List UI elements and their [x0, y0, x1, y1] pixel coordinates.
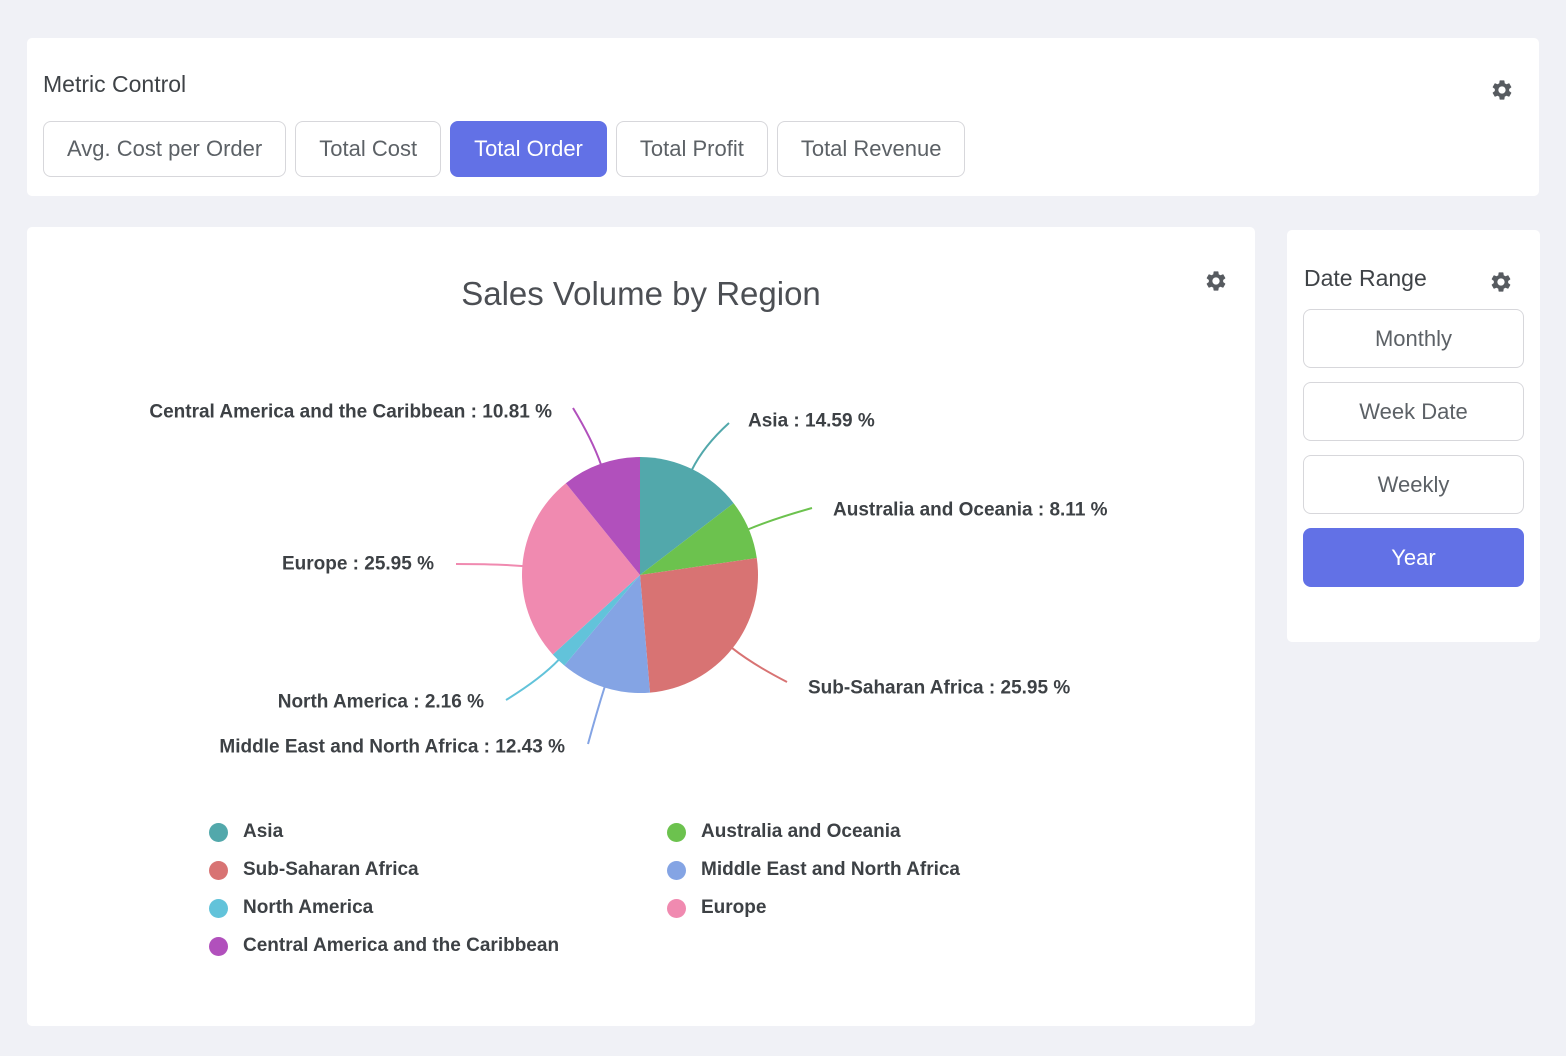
- date-range-buttons: Monthly Week Date Weekly Year: [1303, 309, 1524, 587]
- legend-dot-icon: [667, 899, 686, 918]
- legend-dot-icon: [667, 823, 686, 842]
- date-range-gear-icon[interactable]: [1489, 270, 1513, 294]
- date-range-title: Date Range: [1304, 265, 1427, 292]
- metric-control-gear-icon[interactable]: [1490, 78, 1514, 102]
- legend-dot-icon: [209, 937, 228, 956]
- pie-leader-line-middle-east-and-north-africa: [588, 687, 605, 744]
- legend-label: Asia: [243, 821, 283, 843]
- metric-avg-cost-per-order-button[interactable]: Avg. Cost per Order: [43, 121, 286, 177]
- legend-item-asia[interactable]: Asia: [209, 813, 559, 851]
- legend-label: Sub-Saharan Africa: [243, 859, 419, 881]
- pie-label-sub-saharan-africa: Sub-Saharan Africa : 25.95 %: [808, 678, 1070, 699]
- legend-item-sub-saharan-africa[interactable]: Sub-Saharan Africa: [209, 851, 559, 889]
- metric-total-revenue-button[interactable]: Total Revenue: [777, 121, 966, 177]
- pie-label-australia-and-oceania: Australia and Oceania : 8.11 %: [833, 500, 1108, 521]
- legend-label: Europe: [701, 897, 766, 919]
- pie-label-asia: Asia : 14.59 %: [748, 411, 875, 432]
- metric-control-panel: Metric Control Avg. Cost per OrderTotal …: [27, 38, 1539, 196]
- pie-slice-sub-saharan-africa[interactable]: [640, 558, 758, 693]
- metric-total-cost-button[interactable]: Total Cost: [295, 121, 441, 177]
- pie-leader-line-europe: [456, 564, 523, 566]
- pie-leader-line-australia-and-oceania: [748, 508, 812, 530]
- metric-total-profit-button[interactable]: Total Profit: [616, 121, 768, 177]
- metric-control-title: Metric Control: [43, 71, 186, 98]
- pie-label-central-america-and-the-caribbean: Central America and the Caribbean : 10.8…: [149, 402, 552, 423]
- daterange-monthly-button[interactable]: Monthly: [1303, 309, 1524, 368]
- legend-item-australia-and-oceania[interactable]: Australia and Oceania: [667, 813, 960, 851]
- legend-item-north-america[interactable]: North America: [209, 889, 559, 927]
- legend-label: Central America and the Caribbean: [243, 935, 559, 957]
- legend-label: Middle East and North Africa: [701, 859, 960, 881]
- metric-total-order-button[interactable]: Total Order: [450, 121, 607, 177]
- legend-dot-icon: [209, 861, 228, 880]
- legend-dot-icon: [209, 823, 228, 842]
- legend-item-middle-east-and-north-africa[interactable]: Middle East and North Africa: [667, 851, 960, 889]
- metric-buttons: Avg. Cost per OrderTotal CostTotal Order…: [43, 121, 965, 177]
- legend-item-europe[interactable]: Europe: [667, 889, 960, 927]
- pie-leader-line-asia: [692, 423, 729, 470]
- legend-item-central-america-and-the-caribbean[interactable]: Central America and the Caribbean: [209, 927, 559, 965]
- pie-leader-line-sub-saharan-africa: [732, 648, 787, 682]
- legend-label: Australia and Oceania: [701, 821, 901, 843]
- pie-leader-line-north-america: [506, 659, 559, 700]
- pie-leader-line-central-america-and-the-caribbean: [573, 408, 601, 465]
- legend-dot-icon: [667, 861, 686, 880]
- sales-volume-chart-panel: Sales Volume by Region Asia : 14.59 %Aus…: [27, 227, 1255, 1026]
- pie-legend-column-1: Asia Sub-Saharan Africa North America Centr…: [209, 813, 559, 965]
- daterange-year-button[interactable]: Year: [1303, 528, 1524, 587]
- dashboard-page: Metric Control Avg. Cost per OrderTotal …: [0, 0, 1566, 1056]
- pie-label-middle-east-and-north-africa: Middle East and North Africa : 12.43 %: [219, 737, 565, 758]
- legend-label: North America: [243, 897, 373, 919]
- pie-label-north-america: North America : 2.16 %: [278, 692, 484, 713]
- legend-dot-icon: [209, 899, 228, 918]
- pie-label-europe: Europe : 25.95 %: [282, 554, 434, 575]
- date-range-panel: Date Range Monthly Week Date Weekly Year: [1287, 230, 1540, 642]
- daterange-weekly-button[interactable]: Weekly: [1303, 455, 1524, 514]
- daterange-week-date-button[interactable]: Week Date: [1303, 382, 1524, 441]
- pie-legend-column-2: Australia and Oceania Middle East and Nor…: [667, 813, 960, 927]
